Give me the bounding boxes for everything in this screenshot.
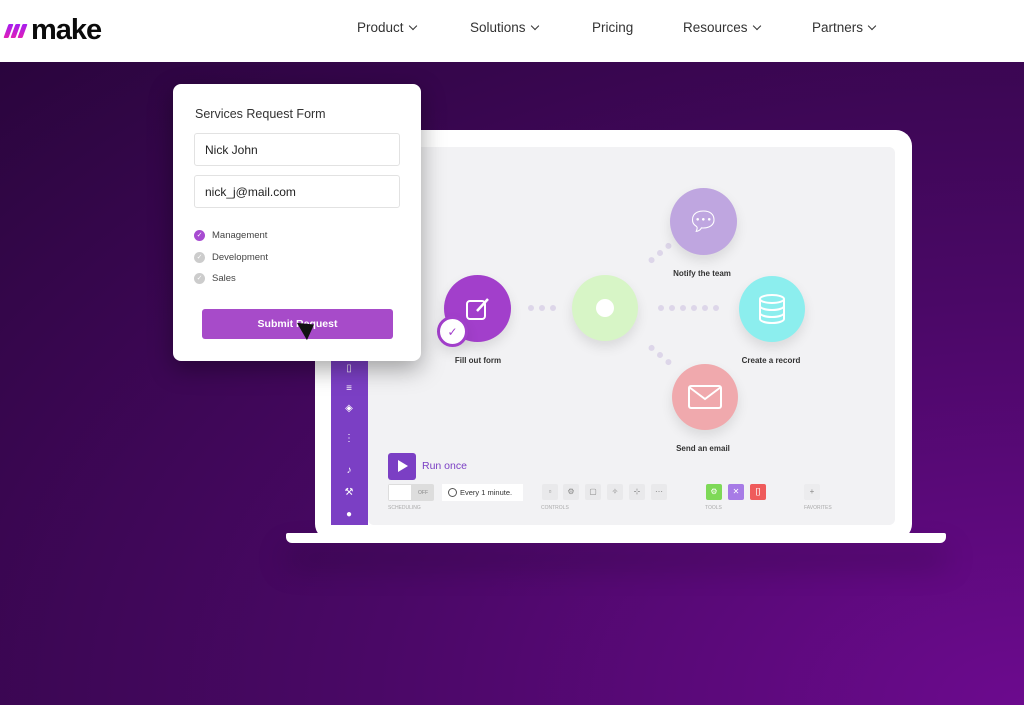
- nav-label: Resources: [683, 20, 748, 35]
- run-once-label[interactable]: Run once: [422, 460, 467, 472]
- nav-partners[interactable]: Partners: [812, 20, 877, 35]
- form-title: Services Request Form: [195, 107, 326, 121]
- clock-icon[interactable]: ✓: [437, 316, 468, 347]
- edit-icon: [465, 297, 489, 320]
- avatar[interactable]: ●: [343, 510, 355, 520]
- option-management[interactable]: ✓ Management: [194, 230, 267, 241]
- more-icon[interactable]: ⋮: [343, 434, 355, 444]
- nav-pricing[interactable]: Pricing: [592, 20, 633, 35]
- tools-gear-icon[interactable]: ⚙: [706, 484, 722, 500]
- option-development[interactable]: ✓ Development: [194, 252, 268, 263]
- nav-label: Solutions: [470, 20, 526, 35]
- toggle-label: OFF: [418, 490, 428, 496]
- connector: [528, 305, 556, 311]
- router-icon: [596, 299, 614, 317]
- note-icon[interactable]: ▢: [585, 484, 601, 500]
- gear-icon[interactable]: ⚙: [563, 484, 579, 500]
- scheduling-toggle[interactable]: OFF: [388, 484, 434, 501]
- name-field[interactable]: Nick John: [194, 133, 400, 166]
- node-send-email[interactable]: [672, 364, 738, 430]
- node-router[interactable]: [572, 275, 638, 341]
- chevron-down-icon: [867, 21, 877, 30]
- schedule-setting[interactable]: Every 1 minute.: [442, 484, 523, 501]
- add-favorite-button[interactable]: +: [804, 484, 820, 500]
- scheduling-label: SCHEDULING: [388, 505, 421, 511]
- database-icon[interactable]: ≡: [343, 384, 355, 394]
- nav-label: Partners: [812, 20, 864, 35]
- favorites-label: FAVORITES: [804, 505, 832, 511]
- controls-label: CONTROLS: [541, 505, 569, 511]
- tools-wrench-icon[interactable]: ✕: [728, 484, 744, 500]
- save-icon[interactable]: ▫: [542, 484, 558, 500]
- more-icon[interactable]: ⋯: [651, 484, 667, 500]
- checkbox-icon[interactable]: ✓: [194, 273, 205, 284]
- nav-resources[interactable]: Resources: [683, 20, 761, 35]
- node-create-record[interactable]: [739, 276, 805, 342]
- editor-sidebar: ▯ ≡ ◈ ⋮ ♪ ⚒ ●: [331, 352, 368, 525]
- checkbox-icon[interactable]: ✓: [194, 252, 205, 263]
- chevron-down-icon: [752, 21, 761, 30]
- database-icon: [759, 294, 785, 325]
- run-once-button[interactable]: [388, 453, 416, 480]
- make-logo[interactable]: make: [3, 14, 102, 47]
- wrench-icon[interactable]: ⚒: [343, 488, 355, 498]
- option-label: Development: [212, 252, 268, 263]
- node-label: Send an email: [676, 444, 730, 453]
- option-sales[interactable]: ✓ Sales: [194, 273, 236, 284]
- tools-bracket-icon[interactable]: []: [750, 484, 766, 500]
- bell-icon[interactable]: ♪: [343, 466, 355, 476]
- chat-icon: 💬︎: [686, 206, 720, 236]
- nav-solutions[interactable]: Solutions: [470, 20, 539, 35]
- node-notify-team[interactable]: 💬︎: [670, 188, 737, 255]
- nav-product[interactable]: Product: [357, 20, 417, 35]
- option-label: Management: [212, 230, 268, 241]
- brand-name: make: [31, 14, 102, 46]
- nav-label: Product: [357, 20, 404, 35]
- email-field[interactable]: nick_j@mail.com: [194, 175, 400, 208]
- nav-label: Pricing: [592, 20, 634, 35]
- make-logo-icon: [3, 23, 28, 38]
- chevron-down-icon: [530, 21, 539, 30]
- flow-icon[interactable]: ⊹: [629, 484, 645, 500]
- tools-label: TOOLS: [705, 505, 722, 511]
- option-label: Sales: [212, 273, 236, 284]
- magic-wand-icon[interactable]: ✧: [607, 484, 623, 500]
- checkbox-checked-icon[interactable]: ✓: [194, 230, 205, 241]
- chevron-down-icon: [408, 21, 417, 30]
- phone-icon[interactable]: ▯: [343, 364, 355, 374]
- node-label: Notify the team: [673, 269, 731, 278]
- services-request-form: Services Request Form Nick John nick_j@m…: [173, 84, 421, 361]
- box-icon[interactable]: ◈: [343, 404, 355, 414]
- node-label: Fill out form: [454, 356, 502, 365]
- envelope-icon: [688, 385, 722, 409]
- top-nav: make Product Solutions Pricing Resources…: [0, 0, 1024, 62]
- connector: [658, 305, 719, 311]
- node-label: Create a record: [741, 356, 801, 365]
